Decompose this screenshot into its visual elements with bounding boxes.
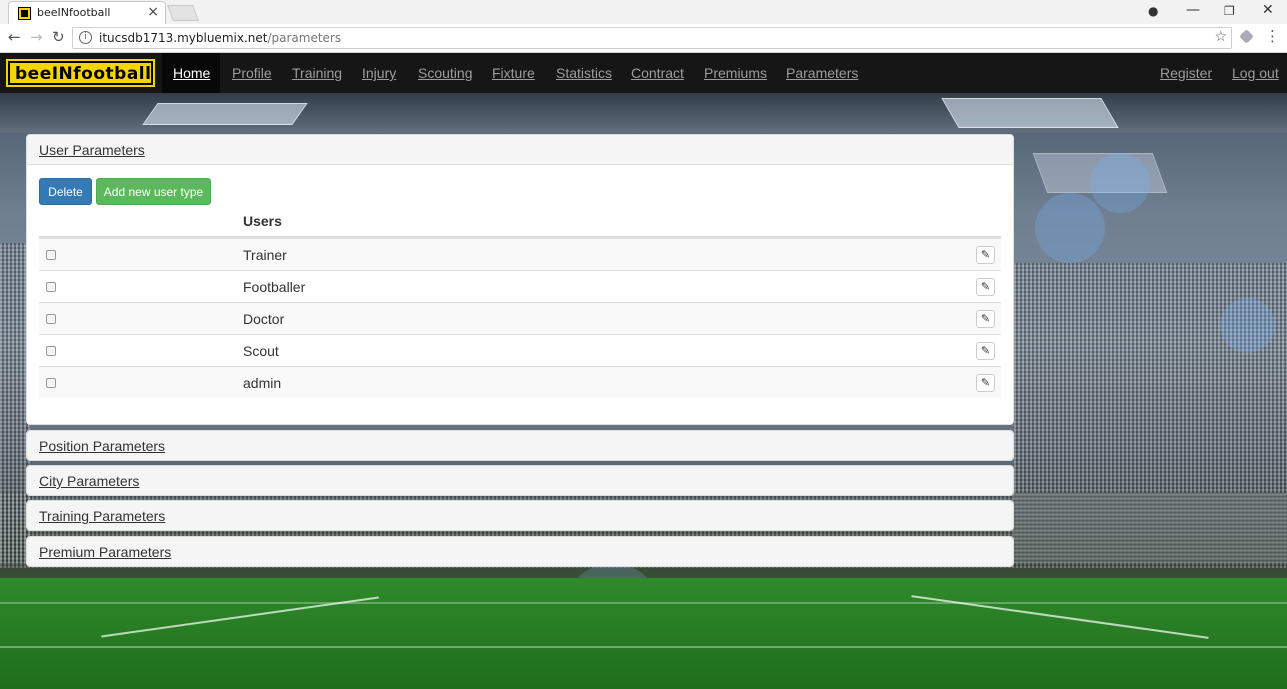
position-parameters-toggle[interactable]: Position Parameters [39, 438, 165, 454]
football-pitch [0, 578, 1287, 689]
table-row: Footballer ✎ [39, 270, 1001, 302]
row-checkbox[interactable] [46, 250, 56, 260]
browser-tab[interactable]: beeINfootball × [8, 1, 166, 24]
panel-heading: Premium Parameters [27, 537, 1013, 566]
user-parameters-toggle[interactable]: User Parameters [39, 142, 145, 158]
nav-training[interactable]: Training [292, 65, 342, 81]
city-parameters-panel: City Parameters [26, 465, 1014, 496]
address-bar[interactable]: i itucsdb1713.mybluemix.net/parameters ☆ [72, 27, 1232, 49]
premium-parameters-toggle[interactable]: Premium Parameters [39, 544, 171, 560]
pitch-line [0, 602, 1287, 604]
brand-text: beeINfootball [15, 64, 152, 84]
position-parameters-panel: Position Parameters [26, 430, 1014, 461]
restore-icon[interactable]: ❐ [1224, 4, 1235, 18]
lens-flare [1220, 298, 1275, 353]
user-type-cell: Footballer [243, 279, 306, 295]
panel-heading: User Parameters [27, 135, 1013, 165]
back-icon[interactable]: ← [8, 28, 21, 46]
site-favicon-icon [18, 7, 31, 20]
nav-logout[interactable]: Log out [1232, 65, 1279, 81]
edit-icon[interactable]: ✎ [976, 374, 995, 392]
nav-injury[interactable]: Injury [362, 65, 396, 81]
table-row: Trainer ✎ [39, 238, 1001, 270]
browser-tabstrip: beeINfootball × ● — ❐ ✕ [0, 0, 1287, 24]
url-text[interactable]: itucsdb1713.mybluemix.net/parameters [99, 31, 341, 45]
row-checkbox[interactable] [46, 346, 56, 356]
training-parameters-panel: Training Parameters [26, 500, 1014, 531]
stadium-light-right [941, 98, 1119, 128]
panel-heading: Position Parameters [27, 431, 1013, 460]
nav-parameters[interactable]: Parameters [786, 65, 858, 81]
row-checkbox[interactable] [46, 282, 56, 292]
panel-heading: Training Parameters [27, 501, 1013, 530]
edit-icon[interactable]: ✎ [976, 278, 995, 296]
table-row: Doctor ✎ [39, 302, 1001, 334]
tab-title: beeINfootball [37, 6, 111, 19]
url-host: itucsdb1713.mybluemix.net [99, 31, 268, 45]
user-type-cell: Scout [243, 343, 279, 359]
nav-register[interactable]: Register [1160, 65, 1212, 81]
pitch-line [0, 646, 1287, 648]
new-tab-button[interactable] [167, 5, 199, 21]
lens-flare [1090, 153, 1150, 213]
add-user-type-button[interactable]: Add new user type [96, 178, 211, 205]
nav-premiums[interactable]: Premiums [704, 65, 767, 81]
edit-icon[interactable]: ✎ [976, 342, 995, 360]
stadium-light-left [142, 103, 308, 125]
brand-logo[interactable]: beeINfootball [6, 59, 155, 87]
browser-toolbar: ← → ↻ i itucsdb1713.mybluemix.net/parame… [0, 24, 1287, 53]
city-parameters-toggle[interactable]: City Parameters [39, 473, 139, 489]
delete-button[interactable]: Delete [39, 178, 92, 205]
nav-profile[interactable]: Profile [232, 65, 272, 81]
url-path: /parameters [267, 31, 342, 45]
user-type-cell: admin [243, 375, 282, 391]
edit-icon[interactable]: ✎ [976, 246, 995, 264]
nav-home[interactable]: Home [173, 65, 210, 81]
lens-flare [1035, 193, 1105, 263]
row-checkbox[interactable] [46, 314, 56, 324]
close-tab-icon[interactable]: × [147, 4, 159, 20]
forward-icon[interactable]: → [30, 28, 43, 46]
site-info-icon[interactable]: i [79, 31, 92, 44]
nav-fixture[interactable]: Fixture [492, 65, 535, 81]
minimize-icon[interactable]: — [1186, 2, 1200, 18]
user-type-cell: Trainer [243, 247, 287, 263]
reload-icon[interactable]: ↻ [52, 28, 65, 46]
panel-heading: City Parameters [27, 466, 1013, 495]
browser-menu-icon[interactable]: ⋮ [1265, 27, 1280, 45]
nav-contract[interactable]: Contract [631, 65, 684, 81]
nav-statistics[interactable]: Statistics [556, 65, 612, 81]
window-close-icon[interactable]: ✕ [1262, 2, 1274, 18]
bookmark-star-icon[interactable]: ☆ [1214, 29, 1227, 45]
account-icon[interactable]: ● [1148, 4, 1158, 18]
users-column-header: Users [243, 213, 282, 229]
user-parameters-panel: User Parameters Delete Add new user type… [26, 134, 1014, 425]
user-type-cell: Doctor [243, 311, 285, 327]
nav-scouting[interactable]: Scouting [418, 65, 472, 81]
app-navbar: beeINfootball Home Profile Training Inju… [0, 53, 1287, 93]
extension-icon[interactable] [1239, 29, 1254, 44]
training-parameters-toggle[interactable]: Training Parameters [39, 508, 165, 524]
edit-icon[interactable]: ✎ [976, 310, 995, 328]
table-row: Scout ✎ [39, 334, 1001, 366]
row-checkbox[interactable] [46, 378, 56, 388]
table-row: admin ✎ [39, 366, 1001, 398]
premium-parameters-panel: Premium Parameters [26, 536, 1014, 567]
